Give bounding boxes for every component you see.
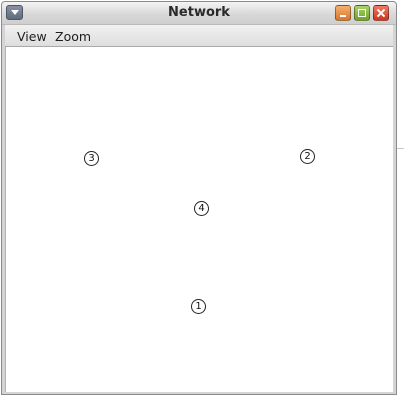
- maximize-button[interactable]: [354, 5, 370, 21]
- menu-view[interactable]: View: [15, 29, 49, 44]
- node-1[interactable]: 1: [191, 299, 206, 314]
- node-2[interactable]: 2: [300, 149, 315, 164]
- network-window: Network View Zoom 3 2 4 1: [1, 1, 397, 395]
- node-4[interactable]: 4: [194, 201, 209, 216]
- minimize-button[interactable]: [335, 5, 351, 21]
- title-bar[interactable]: Network: [2, 2, 396, 25]
- background-edge-line: [397, 148, 404, 149]
- menu-zoom[interactable]: Zoom: [53, 29, 93, 44]
- menu-bar: View Zoom: [5, 25, 393, 47]
- node-3[interactable]: 3: [84, 151, 99, 166]
- close-button[interactable]: [373, 5, 389, 21]
- network-canvas[interactable]: 3 2 4 1: [5, 47, 393, 392]
